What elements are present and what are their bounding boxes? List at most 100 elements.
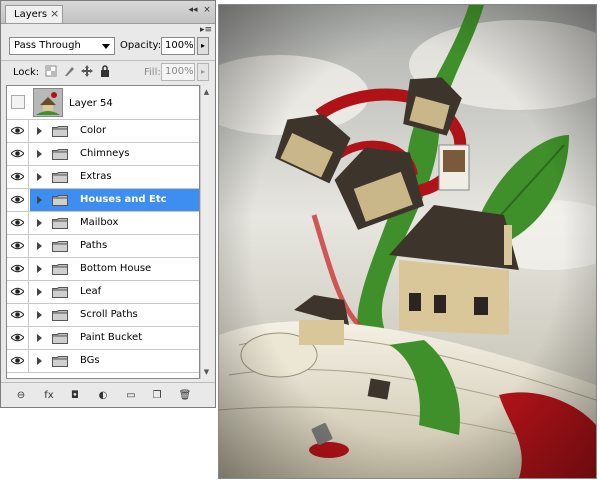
layer-group-row[interactable]: Houses and Etc	[7, 189, 199, 212]
fill-label: Fill:	[144, 67, 161, 78]
collapse-icon[interactable]: ◂◂	[187, 4, 199, 16]
expand-triangle-icon[interactable]	[37, 150, 42, 158]
eye-icon	[11, 287, 24, 296]
lock-position-move-icon[interactable]	[81, 65, 93, 77]
visibility-toggle[interactable]	[7, 350, 29, 372]
expand-triangle-icon[interactable]	[37, 311, 42, 319]
visibility-toggle[interactable]	[7, 212, 29, 234]
eye-icon	[11, 333, 24, 342]
tab-layers-label: Layers	[14, 9, 48, 20]
panel-menu-icon[interactable]: ▸≡	[199, 23, 213, 37]
eye-icon	[11, 126, 24, 135]
expand-triangle-icon[interactable]	[37, 265, 42, 273]
visibility-toggle[interactable]	[7, 166, 29, 188]
new-layer-icon[interactable]: ❐	[149, 389, 165, 403]
visibility-toggle[interactable]	[7, 235, 29, 257]
fx-icon[interactable]: fx	[41, 389, 57, 403]
tab-layers[interactable]: Layers ×	[5, 5, 63, 23]
layer-group-name: Color	[80, 125, 107, 136]
layer-group-cell[interactable]: Paint Bucket	[30, 327, 199, 349]
layer-group-cell[interactable]: Extras	[30, 166, 199, 188]
layer-group-name: Paint Bucket	[80, 332, 143, 343]
layer-group-cell[interactable]: Chimneys	[30, 143, 199, 165]
visibility-toggle[interactable]	[7, 327, 29, 349]
eye-icon	[11, 356, 24, 365]
layer-group-row[interactable]: Paths	[7, 235, 199, 258]
adjustment-icon[interactable]: ◐	[95, 389, 111, 403]
visibility-toggle-empty[interactable]	[11, 95, 25, 109]
visibility-toggle[interactable]	[7, 258, 29, 280]
layer-row[interactable]: Layer 54	[7, 86, 199, 120]
fill-field[interactable]: 100%	[161, 63, 195, 81]
opacity-field[interactable]: 100%	[161, 37, 195, 55]
layer-group-row[interactable]: Chimneys	[7, 143, 199, 166]
layer-group-row[interactable]: Paint Bucket	[7, 327, 199, 350]
divider	[1, 382, 215, 383]
new-group-icon[interactable]: ▭	[123, 389, 139, 403]
expand-triangle-icon[interactable]	[37, 242, 42, 250]
visibility-toggle[interactable]	[7, 189, 29, 211]
expand-triangle-icon[interactable]	[37, 127, 42, 135]
expand-triangle-icon[interactable]	[37, 219, 42, 227]
visibility-toggle[interactable]	[7, 120, 29, 142]
expand-triangle-icon[interactable]	[37, 334, 42, 342]
layer-group-name: Chimneys	[80, 148, 130, 159]
layer-group-cell[interactable]: Scroll Paths	[30, 304, 199, 326]
layer-group-cell[interactable]: Bottom House	[30, 258, 199, 280]
layer-group-row[interactable]: Extras	[7, 166, 199, 189]
layer-group-name: Paths	[80, 240, 108, 251]
folder-icon	[52, 310, 68, 321]
folder-icon	[52, 126, 68, 137]
layer-group-name: Mailbox	[80, 217, 119, 228]
canvas-artwork	[218, 4, 597, 479]
visibility-toggle[interactable]	[7, 281, 29, 303]
expand-triangle-icon[interactable]	[37, 357, 42, 365]
link-icon[interactable]: ⊖	[13, 389, 29, 403]
layer-group-cell[interactable]: Leaf	[30, 281, 199, 303]
layer-group-row[interactable]: BGs	[7, 350, 199, 373]
lock-label: Lock:	[13, 67, 40, 78]
scroll-down-icon[interactable]: ▼	[201, 366, 212, 378]
layer-group-cell[interactable]: Mailbox	[30, 212, 199, 234]
visibility-toggle[interactable]	[7, 304, 29, 326]
blend-mode-select[interactable]: Pass Through	[9, 37, 115, 55]
opacity-slider-button[interactable]: ▸	[197, 37, 209, 55]
opacity-label: Opacity:	[120, 40, 162, 51]
artwork-image	[219, 5, 596, 478]
mask-icon[interactable]: ◘	[67, 389, 83, 403]
layer-group-row[interactable]: Color	[7, 120, 199, 143]
lock-image-brush-icon[interactable]	[63, 65, 75, 77]
visibility-toggle[interactable]	[7, 143, 29, 165]
tab-close-icon[interactable]: ×	[50, 7, 59, 20]
layer-group-cell[interactable]: Houses and Etc	[30, 189, 199, 211]
scrollbar[interactable]: ▲ ▼	[200, 85, 212, 379]
lock-all-padlock-icon[interactable]	[99, 65, 111, 77]
expand-triangle-icon[interactable]	[37, 196, 42, 204]
trash-icon[interactable]: 🗑	[177, 389, 193, 403]
scroll-up-icon[interactable]: ▲	[201, 86, 212, 98]
expand-triangle-icon[interactable]	[37, 288, 42, 296]
layer-group-cell[interactable]: BGs	[30, 350, 199, 372]
layer-group-row[interactable]: Scroll Paths	[7, 304, 199, 327]
layer-group-cell[interactable]: Color	[30, 120, 199, 142]
opacity-value: 100%	[165, 40, 194, 51]
folder-icon	[52, 356, 68, 367]
layer-name: Layer 54	[69, 98, 113, 109]
folder-icon	[52, 218, 68, 229]
layer-group-name: Bottom House	[80, 263, 152, 274]
divider	[1, 60, 215, 61]
expand-triangle-icon[interactable]	[37, 173, 42, 181]
panel-titlebar[interactable]: Layers × ◂◂ ×	[1, 1, 215, 24]
close-icon[interactable]: ×	[201, 4, 213, 16]
layer-group-row[interactable]: Leaf	[7, 281, 199, 304]
layer-group-cell[interactable]: Paths	[30, 235, 199, 257]
layer-group-row[interactable]: Bottom House	[7, 258, 199, 281]
layers-list: Layer 54 Color Chimneys Extras Houses and E…	[6, 85, 200, 379]
folder-icon	[52, 333, 68, 344]
eye-icon	[11, 310, 24, 319]
layer-group-row[interactable]: Mailbox	[7, 212, 199, 235]
fill-slider-button[interactable]: ▸	[197, 63, 209, 81]
layer-group-name: Scroll Paths	[80, 309, 138, 320]
lock-transparency-icon[interactable]	[45, 65, 57, 77]
blend-mode-value: Pass Through	[14, 40, 81, 51]
